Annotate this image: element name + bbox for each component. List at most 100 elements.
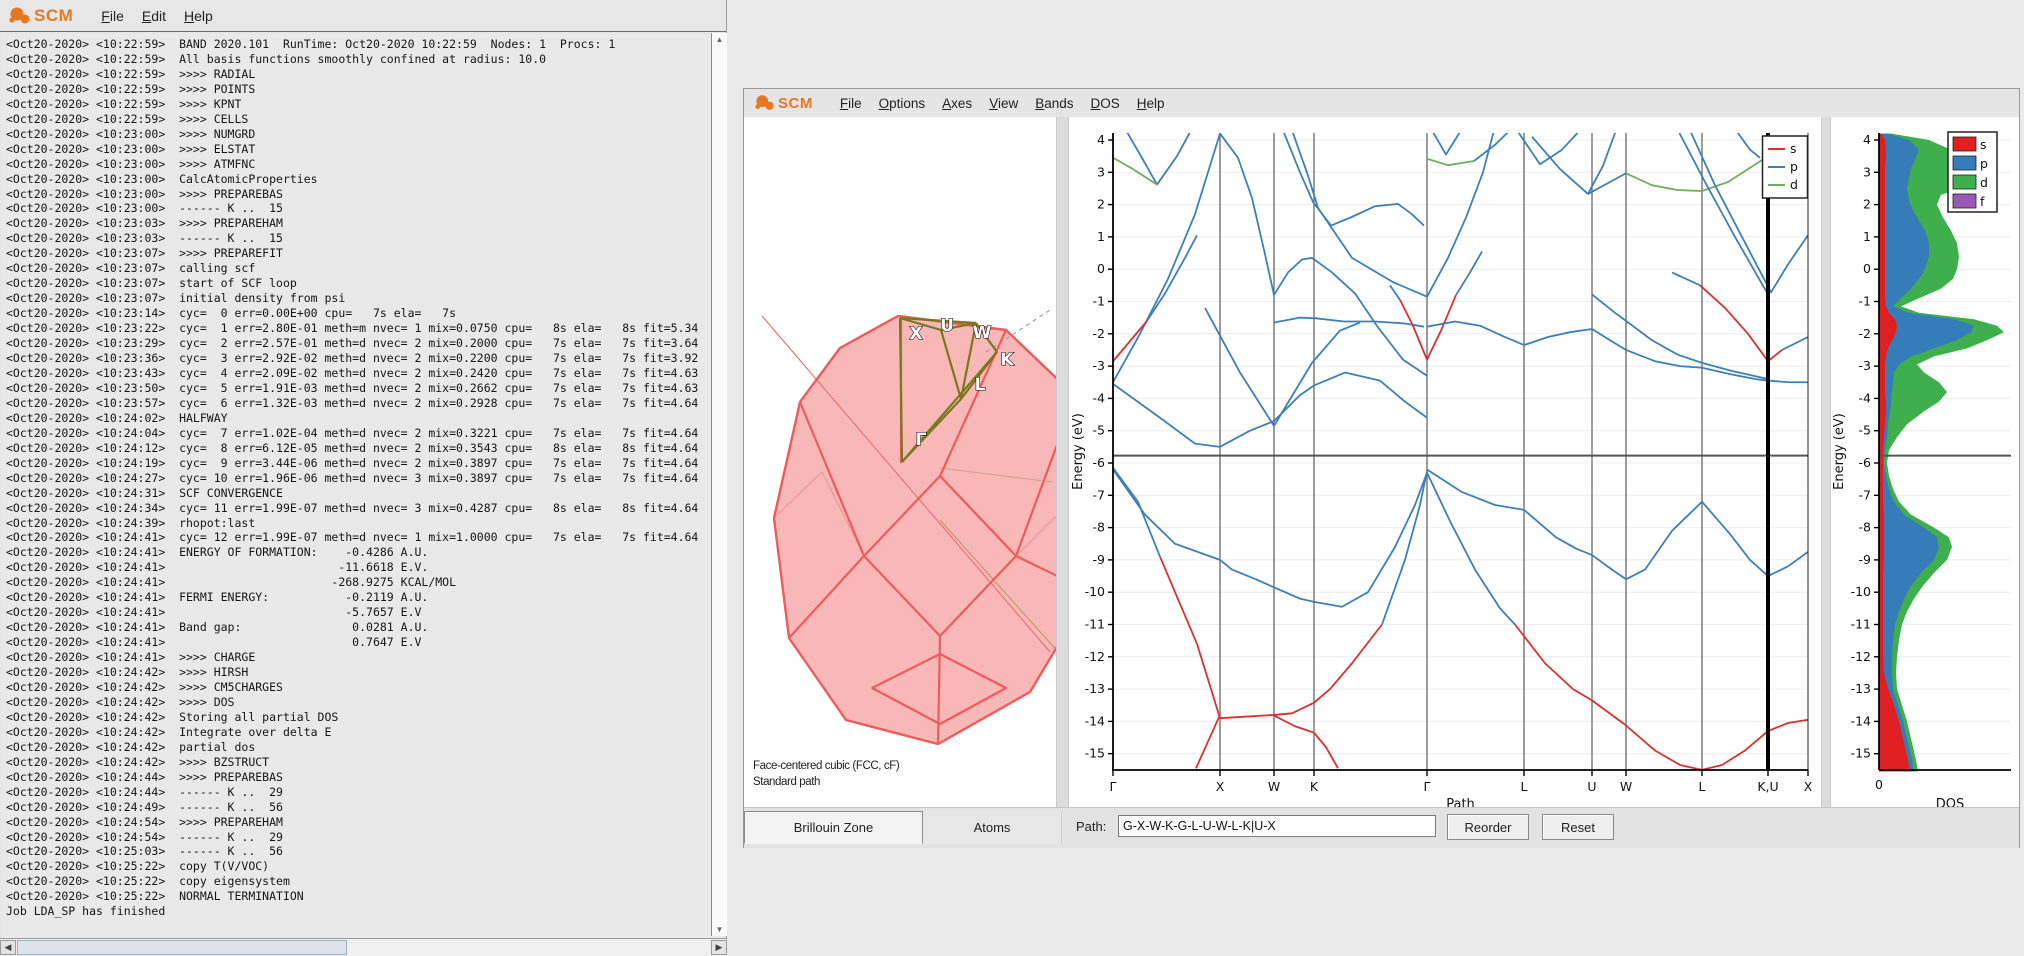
panel-splitter[interactable]	[1056, 117, 1069, 807]
y-tick-label: 0	[1863, 261, 1871, 276]
band-plot-panel: 43210-1-2-3-4-5-6-7-8-9-10-11-12-13-14-1…	[1069, 117, 1821, 807]
brillouin-zone-3d-view[interactable]: XUWKLΓ	[744, 117, 1056, 807]
bz-caption: Face-centered cubic (FCC, cF) Standard p…	[753, 758, 899, 790]
band-structure-chart[interactable]: 43210-1-2-3-4-5-6-7-8-9-10-11-12-13-14-1…	[1069, 117, 1821, 807]
bz-caption-lattice: Face-centered cubic (FCC, cF)	[753, 758, 899, 774]
logfile-window: SCM File Edit Help <Oct20-2020> <10:22:59>…	[0, 0, 727, 956]
y-tick-label: -15	[1851, 746, 1871, 761]
x-zero-label: 0	[1875, 777, 1883, 792]
reset-button-label: Reset	[1561, 820, 1595, 835]
kpoint-label-K: K	[1000, 350, 1014, 370]
x-tick-label: K,U	[1757, 779, 1778, 794]
y-tick-label: 3	[1097, 164, 1105, 179]
y-tick-label: -11	[1851, 617, 1871, 632]
x-axis-title: DOS	[1936, 797, 1965, 807]
tab-brillouin-zone[interactable]: Brillouin Zone	[744, 811, 923, 844]
brillouin-zone-panel[interactable]: XUWKLΓ Face-centered cubic (FCC, cF) Sta…	[744, 117, 1056, 807]
y-tick-label: -9	[1859, 552, 1872, 567]
x-tick-label: X	[1216, 779, 1225, 794]
kpoint-label-U: U	[940, 316, 954, 336]
right-menubar: SCM File Options Axes View Bands DOS Help	[744, 89, 2019, 118]
menu-item-bands[interactable]: Bands	[1035, 96, 1073, 111]
y-tick-label: -6	[1093, 455, 1106, 470]
y-tick-label: -15	[1085, 746, 1105, 761]
log-vertical-scrollbar[interactable]: ▲ ▼	[711, 33, 727, 936]
kpoint-label-L: L	[975, 375, 986, 395]
scroll-right-icon[interactable]: ▶	[711, 940, 727, 955]
path-input[interactable]	[1118, 815, 1436, 837]
scm-logo-text: SCM	[34, 6, 73, 26]
legend-label-d: d	[1980, 175, 1988, 190]
dos-plot-panel: 43210-1-2-3-4-5-6-7-8-9-10-11-12-13-14-1…	[1831, 117, 2019, 807]
log-horizontal-scrollbar[interactable]: ◀ ▶	[0, 938, 727, 956]
legend-label-d: d	[1790, 177, 1798, 192]
tab-brillouin-zone-label: Brillouin Zone	[794, 820, 874, 835]
x-tick-label: Γ	[1110, 779, 1117, 794]
y-tick-label: -5	[1093, 423, 1105, 438]
path-label: Path:	[1076, 819, 1106, 834]
log-output[interactable]: <Oct20-2020> <10:22:59> BAND 2020.101 Ru…	[2, 33, 713, 940]
y-tick-label: -2	[1859, 326, 1871, 341]
y-tick-label: -1	[1093, 294, 1105, 309]
menu-item-options[interactable]: Options	[879, 96, 926, 111]
y-tick-label: 0	[1097, 261, 1105, 276]
y-tick-label: -2	[1093, 326, 1105, 341]
scroll-left-icon[interactable]: ◀	[0, 940, 16, 955]
scroll-up-icon[interactable]: ▲	[714, 34, 725, 45]
reorder-button[interactable]: Reorder	[1447, 814, 1529, 840]
x-axis-title: Path	[1446, 797, 1475, 807]
desktop: { "left_window": { "logo": "SCM", "menu"…	[0, 0, 2024, 956]
legend-label-f: f	[1980, 194, 1985, 209]
y-tick-label: -7	[1093, 487, 1105, 502]
tab-atoms[interactable]: Atoms	[923, 811, 1062, 844]
menu-item-dos[interactable]: DOS	[1091, 96, 1120, 111]
y-tick-label: 4	[1097, 132, 1105, 147]
y-axis-title: Energy (eV)	[1832, 413, 1847, 490]
panel-splitter[interactable]	[1821, 117, 1831, 807]
right-menu: File Options Axes View Bands DOS Help	[840, 96, 1165, 111]
y-tick-label: -6	[1859, 455, 1872, 470]
legend-swatch-p	[1953, 156, 1976, 170]
menu-item-edit[interactable]: Edit	[142, 8, 166, 24]
dos-chart[interactable]: 43210-1-2-3-4-5-6-7-8-9-10-11-12-13-14-1…	[1831, 117, 2019, 807]
menu-item-view[interactable]: View	[989, 96, 1018, 111]
y-tick-label: -13	[1851, 681, 1871, 696]
x-tick-label: L	[1699, 779, 1706, 794]
hscroll-thumb[interactable]	[17, 940, 347, 955]
x-tick-label: K	[1310, 779, 1319, 794]
x-tick-label: Γ	[1424, 779, 1431, 794]
scroll-down-icon[interactable]: ▼	[714, 924, 725, 935]
scm-logo-icon[interactable]: SCM	[8, 5, 73, 27]
x-tick-label: W	[1268, 779, 1280, 794]
y-tick-label: -8	[1859, 520, 1872, 535]
y-tick-label: -14	[1085, 713, 1105, 728]
menu-item-axes[interactable]: Axes	[942, 96, 972, 111]
kpoint-label-X: X	[909, 324, 922, 344]
x-tick-label: L	[1521, 779, 1528, 794]
menu-item-help[interactable]: Help	[1137, 96, 1165, 111]
y-tick-label: -4	[1093, 390, 1106, 405]
menu-item-help[interactable]: Help	[184, 8, 213, 24]
scm-paw-icon	[8, 5, 32, 27]
bz-caption-path: Standard path	[753, 774, 899, 790]
y-tick-label: 2	[1097, 197, 1105, 212]
y-tick-label: 2	[1863, 197, 1871, 212]
y-tick-label: -12	[1851, 649, 1871, 664]
x-tick-label: U	[1587, 779, 1596, 794]
menu-item-file[interactable]: File	[101, 8, 124, 24]
legend-label-s: s	[1980, 137, 1987, 152]
kpoint-label-W: W	[973, 323, 992, 343]
y-tick-label: -10	[1851, 584, 1871, 599]
reset-button[interactable]: Reset	[1542, 814, 1614, 840]
y-tick-label: -5	[1859, 423, 1871, 438]
tab-atoms-label: Atoms	[974, 820, 1011, 835]
reorder-button-label: Reorder	[1465, 820, 1512, 835]
left-menubar: SCM File Edit Help	[0, 0, 726, 32]
menu-item-file[interactable]: File	[840, 96, 862, 111]
legend-swatch-s	[1953, 137, 1976, 151]
y-tick-label: 3	[1863, 164, 1871, 179]
y-axis-title: Energy (eV)	[1071, 413, 1086, 490]
y-tick-label: -8	[1093, 520, 1106, 535]
legend-swatch-f	[1953, 194, 1976, 208]
scm-logo-icon[interactable]: SCM	[754, 93, 813, 113]
